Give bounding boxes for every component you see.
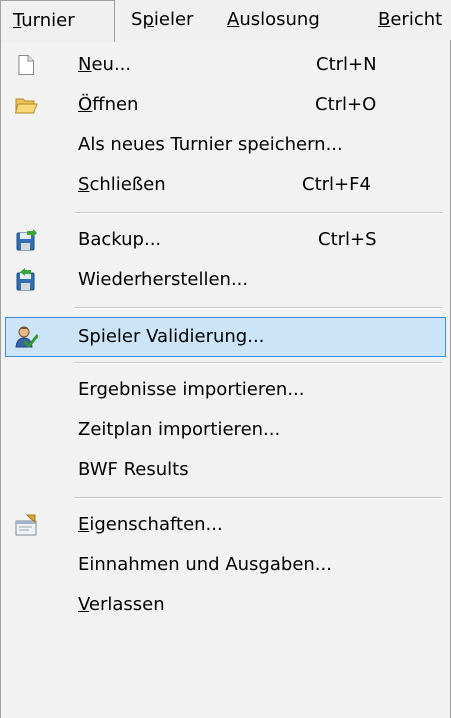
menu-separator [74, 307, 442, 309]
menubar-item-spieler[interactable]: Spieler [131, 0, 193, 40]
turnier-dropdown-menu: Neu... Ctrl+N Öffnen Ctrl+O Als neues Tu… [0, 40, 451, 718]
menu-item-import-schedule[interactable]: Zeitplan importieren... [5, 410, 446, 450]
new-document-icon [14, 53, 38, 77]
menu-item-shortcut: Ctrl+N [316, 54, 377, 75]
menu-item-label: Spieler Validierung... [78, 326, 265, 347]
menubar-item-bericht[interactable]: Bericht [378, 0, 442, 40]
menubar-label-post: urnier [21, 10, 75, 31]
menu-item-save-as-new[interactable]: Als neues Turnier speichern... [5, 125, 446, 165]
menu-item-label: Neu... [78, 54, 132, 75]
menu-item-label: Ergebnisse importieren... [78, 379, 305, 400]
menu-item-label: Öffnen [78, 94, 139, 115]
menu-bar: Turnier Spieler Auslosung Bericht [0, 0, 451, 42]
menubar-label-post: uslosung [239, 9, 320, 30]
menu-item-bwf-results[interactable]: BWF Results [5, 450, 446, 490]
menu-item-open[interactable]: Öffnen Ctrl+O [5, 85, 446, 125]
menu-item-properties[interactable]: Eigenschaften... [5, 505, 446, 545]
menubar-label-accel: A [227, 9, 240, 30]
menu-separator [74, 497, 442, 499]
menubar-item-turnier[interactable]: Turnier [0, 0, 115, 42]
properties-icon [14, 513, 38, 537]
backup-save-icon [14, 228, 38, 252]
menu-item-shortcut: Ctrl+O [315, 94, 377, 115]
menu-item-label: Einnahmen und Ausgaben... [78, 554, 332, 575]
menu-item-label: Schließen [78, 174, 166, 195]
menu-item-player-validation[interactable]: Spieler Validierung... [5, 317, 446, 357]
menu-item-label: Eigenschaften... [78, 514, 223, 535]
menu-item-income-expenses[interactable]: Einnahmen und Ausgaben... [5, 545, 446, 585]
menubar-label-pre: S [131, 9, 143, 30]
open-folder-icon [14, 93, 38, 117]
menu-item-shortcut: Ctrl+S [318, 229, 377, 250]
menu-item-label: Verlassen [78, 594, 165, 615]
menu-item-label: Als neues Turnier speichern... [78, 134, 343, 155]
menu-item-label: Backup... [78, 229, 162, 250]
menubar-label-accel: B [378, 9, 391, 30]
menubar-label-post: ericht [390, 9, 443, 30]
menu-item-label: Zeitplan importieren... [78, 419, 281, 440]
menu-item-backup[interactable]: Backup... Ctrl+S [5, 220, 446, 260]
menubar-label-post: ieler [153, 9, 194, 30]
menu-item-restore[interactable]: Wiederherstellen... [5, 260, 446, 300]
menu-item-import-results[interactable]: Ergebnisse importieren... [5, 370, 446, 410]
restore-icon [14, 268, 38, 292]
menubar-item-auslosung[interactable]: Auslosung [227, 0, 320, 40]
menu-item-shortcut: Ctrl+F4 [302, 174, 371, 195]
menu-separator [74, 362, 442, 364]
menu-item-exit[interactable]: Verlassen [5, 585, 446, 625]
menu-item-label: BWF Results [78, 459, 189, 480]
menu-item-label: Wiederherstellen... [78, 269, 249, 290]
menu-item-close[interactable]: Schließen Ctrl+F4 [5, 165, 446, 205]
player-validation-icon [14, 325, 39, 349]
menu-separator [74, 212, 442, 214]
menubar-label-accel: p [142, 9, 154, 30]
menu-item-new[interactable]: Neu... Ctrl+N [5, 45, 446, 85]
